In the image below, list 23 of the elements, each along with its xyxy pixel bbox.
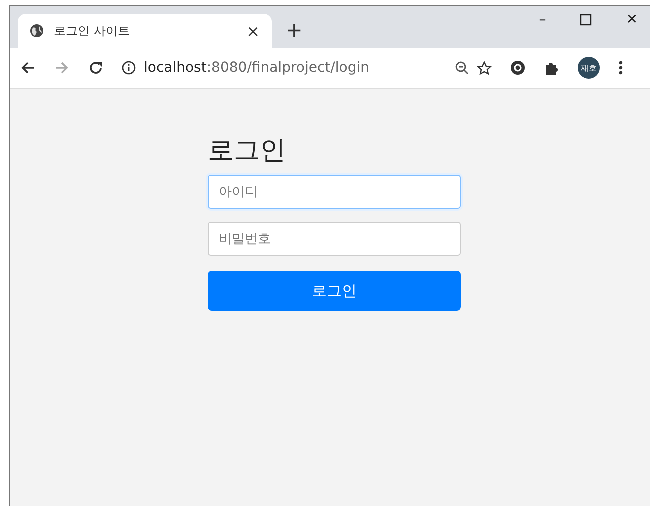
globe-icon [30, 24, 44, 38]
login-button[interactable]: 로그인 [208, 271, 461, 311]
url-text: localhost:8080/finalproject/login [144, 60, 370, 76]
reload-icon[interactable] [88, 60, 104, 76]
input-field[interactable]: 아이디 [208, 175, 461, 209]
address-bar[interactable]: localhost:8080/finalproject/login [122, 53, 492, 83]
menu-icon[interactable] [618, 60, 624, 76]
input-field[interactable]: 비밀번호 [208, 222, 461, 256]
maximize-button[interactable] [580, 14, 592, 26]
star-icon[interactable] [477, 60, 492, 76]
zoom-icon[interactable] [455, 61, 469, 75]
tab-title: 로그인 사이트 [54, 22, 131, 40]
info-icon [122, 61, 136, 75]
close-tab-button[interactable]: × [246, 22, 260, 40]
extension-icon[interactable] [510, 60, 526, 76]
new-tab-button[interactable]: + [286, 18, 303, 42]
profile-avatar[interactable]: 재호 [578, 57, 600, 79]
browser-tab[interactable]: 로그인 사이트 × [18, 14, 272, 48]
back-icon[interactable] [20, 60, 36, 76]
puzzle-icon[interactable] [544, 60, 560, 76]
login-heading: 로그인 [208, 135, 287, 168]
minimize-button[interactable]: – [539, 12, 546, 28]
close-window-button[interactable]: ✕ [626, 12, 638, 28]
